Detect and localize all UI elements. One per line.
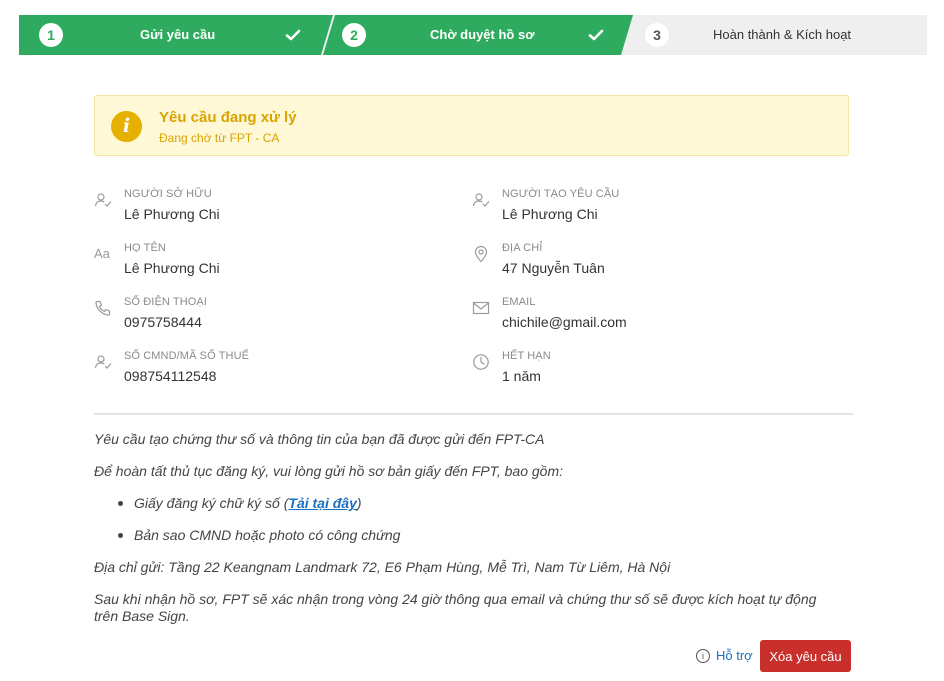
download-link[interactable]: Tải tại đây <box>288 495 356 511</box>
delete-request-button[interactable]: Xóa yêu cầu <box>760 640 851 672</box>
bullet-dot <box>118 500 123 506</box>
clock-icon <box>473 354 489 370</box>
check-icon <box>285 29 301 41</box>
idnumber-value: 098754112548 <box>124 368 217 384</box>
status-alert: i Yêu cầu đang xử lý Đang chờ từ FPT - C… <box>94 95 849 156</box>
divider <box>94 413 853 415</box>
address-label: Địa chỉ <box>502 242 543 254</box>
step-2-label: Chờ duyệt hồ sơ <box>430 27 535 42</box>
help-link[interactable]: i Hỗ trợ <box>696 648 753 663</box>
owner-value: Lê Phương Chi <box>124 206 220 222</box>
bullet-1-prefix: Giấy đăng ký chữ ký số ( <box>134 495 289 511</box>
user-check-icon <box>472 193 490 207</box>
location-pin-icon <box>474 245 488 263</box>
expiry-label: Hết hạn <box>502 350 551 362</box>
phone-value: 0975758444 <box>124 314 202 330</box>
phone-icon <box>95 300 111 316</box>
alert-subtitle: Đang chờ từ FPT - CA <box>159 131 280 145</box>
check-icon <box>588 29 604 41</box>
phone-label: Số điện thoại <box>124 296 207 308</box>
step-2-number: 2 <box>342 23 366 47</box>
email-value: chichile@gmail.com <box>502 314 627 330</box>
email-label: Email <box>502 296 536 308</box>
user-check-icon <box>94 355 112 369</box>
help-label: Hỗ trợ <box>716 648 753 663</box>
step-1-label: Gửi yêu cầu <box>140 27 216 42</box>
idnumber-label: Số CMND/Mã số thuế <box>124 350 250 362</box>
instruction-line-1: Yêu cầu tạo chứng thư số và thông tin củ… <box>94 431 545 447</box>
fullname-label: Họ tên <box>124 242 166 254</box>
alert-title: Yêu cầu đang xử lý <box>159 109 297 126</box>
bullet-1-suffix: ) <box>356 495 362 511</box>
requester-value: Lê Phương Chi <box>502 206 598 222</box>
send-address: Địa chỉ gửi: Tầng 22 Keangnam Landmark 7… <box>94 559 671 575</box>
info-icon: i <box>111 111 142 142</box>
step-1-number: 1 <box>39 23 63 47</box>
step-3-label: Hoàn thành & Kích hoạt <box>713 27 852 42</box>
owner-label: Người sở hữu <box>124 188 212 200</box>
expiry-value: 1 năm <box>502 368 541 384</box>
final-note: Sau khi nhận hồ sơ, FPT sẽ xác nhận tron… <box>94 591 817 624</box>
user-check-icon <box>94 193 112 207</box>
address-value: 47 Nguyễn Tuân <box>502 260 605 276</box>
step-3-number: 3 <box>645 23 669 47</box>
list-item: Giấy đăng ký chữ ký số (Tải tại đây) <box>118 495 362 511</box>
text-case-icon: Aa <box>94 246 110 261</box>
requester-label: Người tạo yêu cầu <box>502 188 620 200</box>
bullet-2-text: Bản sao CMND hoặc photo có công chứng <box>134 527 401 543</box>
progress-stepper: 1 Gửi yêu cầu 2 Chờ duyệt hồ sơ 3 Hoàn t… <box>19 15 927 55</box>
envelope-icon <box>472 301 490 315</box>
list-item: Bản sao CMND hoặc photo có công chứng <box>118 527 400 543</box>
fullname-value: Lê Phương Chi <box>124 260 220 276</box>
bullet-dot <box>118 532 123 538</box>
info-circle-icon: i <box>696 648 710 663</box>
instruction-line-2: Để hoàn tất thủ tục đăng ký, vui lòng gử… <box>94 463 563 479</box>
